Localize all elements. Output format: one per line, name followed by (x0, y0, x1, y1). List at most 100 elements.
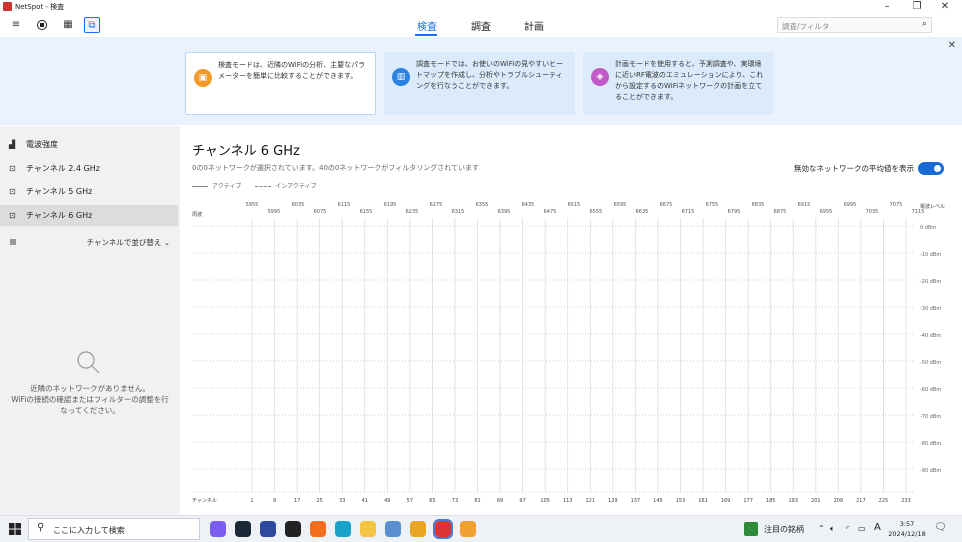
channel-tick-label: 233 (901, 498, 911, 504)
freq-tick-label-top: 6995 (844, 202, 857, 208)
sidebar-item-channel-5[interactable]: ⊡ チャンネル 5 GHz (0, 181, 178, 202)
sidebar-item-signal[interactable]: ▟ 電波強度 (0, 134, 178, 155)
taskbar: ⚲ ここに入力して検索 注目の銘柄 ⌃ 🔈︎ ◜ ▭ A 3:57 2024/1… (0, 515, 962, 542)
channel-icon: ⊡ (9, 164, 16, 173)
channel-tick-label: 113 (563, 498, 573, 504)
stock-news-icon[interactable] (744, 522, 758, 536)
tray-news-label[interactable]: 注目の銘柄 (764, 524, 804, 535)
channel-tick-label: 161 (698, 498, 708, 504)
table-view-icon[interactable]: ▦ (60, 17, 76, 33)
search-icon[interactable]: ⌕ (922, 19, 927, 29)
freq-tick-label-top: 6755 (706, 202, 719, 208)
sort-label: チャンネルで並び替え ⌄ (86, 238, 170, 247)
freq-tick-label-top: 6675 (660, 202, 673, 208)
close-window-button[interactable]: ✕ (930, 0, 960, 14)
empty-search-icon (77, 351, 100, 374)
channel-tick-label: 89 (497, 498, 503, 504)
freq-tick-label-top: 6035 (292, 202, 305, 208)
app-orange-icon[interactable] (460, 521, 476, 537)
average-toggle[interactable] (918, 162, 944, 175)
empty-message-line-1: 近隣のネットワークがありません。 (30, 384, 150, 393)
freq-tick-label-bottom: 7115 (912, 209, 925, 215)
sidebar-item-label: チャンネル 5 GHz (26, 187, 93, 196)
active-legend-line (192, 186, 208, 187)
app-dark-icon[interactable] (285, 521, 301, 537)
search-placeholder: 調査/フィルタ (782, 22, 830, 31)
tab-plan[interactable]: 計画 (524, 18, 544, 33)
clock-time: 3:57 (899, 520, 915, 528)
copilot-icon[interactable] (210, 521, 226, 537)
tab-survey[interactable]: 調査 (471, 18, 491, 33)
channel-icon: ⊡ (9, 211, 16, 220)
notification-icon[interactable]: 🗨︎ (934, 522, 947, 533)
close-banner-icon[interactable]: ✕ (948, 40, 956, 51)
chart-view-icon[interactable]: ⧉ (84, 17, 100, 33)
select-all-checkbox[interactable] (10, 239, 16, 245)
freq-tick-label-bottom: 5995 (268, 209, 281, 215)
channel-tick-label: 193 (788, 498, 798, 504)
tool-icon[interactable] (385, 521, 401, 537)
ime-indicator[interactable]: A (874, 522, 881, 533)
menu-icon[interactable]: ≡ (8, 17, 24, 33)
channel-tick-label: 25 (316, 498, 322, 504)
level-tick-label: -60 dBm (920, 387, 941, 393)
wifi-icon[interactable]: ◜ (846, 524, 849, 533)
channel-tick-label: 217 (856, 498, 866, 504)
tab-inspect[interactable]: 検査 (417, 18, 437, 33)
volume-icon[interactable]: 🔈︎ (830, 524, 835, 534)
channel-tick-label: 33 (339, 498, 345, 504)
battery-icon[interactable]: ▭ (858, 524, 866, 533)
inspect-card[interactable]: ▣ 検査モードは、近隣のWiFiの分析、主要なパラメーターを簡単に比較することが… (185, 52, 376, 115)
freq-tick-label-bottom: 6075 (314, 209, 327, 215)
windows-start-icon[interactable] (9, 523, 21, 535)
steam-icon[interactable] (235, 521, 251, 537)
edge-icon[interactable] (335, 521, 351, 537)
sidebar-item-channel-24[interactable]: ⊡ チャンネル 2.4 GHz (0, 158, 178, 179)
channel-tick-label: 49 (384, 498, 390, 504)
channel-tick-label: 121 (586, 498, 596, 504)
tray-chevron-icon[interactable]: ⌃ (818, 524, 825, 533)
stop-button[interactable] (34, 17, 50, 33)
channel-tick-label: 97 (519, 498, 525, 504)
freq-tick-label-bottom: 6475 (544, 209, 557, 215)
netspot-icon[interactable] (433, 519, 453, 539)
taskbar-search[interactable]: ⚲ ここに入力して検索 (28, 518, 200, 540)
level-tick-label: -70 dBm (920, 414, 941, 420)
store-icon[interactable] (260, 521, 276, 537)
plan-card[interactable]: ◈ 計画モードを使用すると、予測調査や、実環境に近いRF電波のエミュレーションに… (583, 52, 774, 115)
channel-tick-label: 41 (362, 498, 368, 504)
level-tick-label: -40 dBm (920, 333, 941, 339)
sidebar-item-channel-6[interactable]: ⊡ チャンネル 6 GHz (0, 205, 178, 226)
explorer-icon[interactable] (360, 521, 376, 537)
search-input[interactable]: 調査/フィルタ ⌕ (777, 17, 932, 33)
survey-card[interactable]: ▥ 調査モードでは、お使いのWiFiの見やすいヒートマップを作成し、分析やトラブ… (384, 52, 575, 115)
level-tick-label: -20 dBm (920, 279, 941, 285)
freq-tick-label-top: 6915 (798, 202, 811, 208)
freq-tick-label-bottom: 6315 (452, 209, 465, 215)
freq-tick-label-top: 6115 (338, 202, 351, 208)
restore-button[interactable]: ❐ (902, 0, 932, 14)
level-tick-label: 0 dBm (920, 225, 936, 231)
level-tick-label: -80 dBm (920, 441, 941, 447)
channel-icon: ⊡ (9, 187, 16, 196)
average-toggle-label: 無効なネットワークの平均値を表示 (794, 164, 914, 173)
active-legend-label: アクティブ (212, 183, 242, 190)
window-title: NetSpot - 検査 (15, 3, 65, 11)
freq-tick-label-bottom: 6235 (406, 209, 419, 215)
firefox-icon[interactable] (310, 521, 326, 537)
channel-tick-label: 225 (879, 498, 889, 504)
inspect-card-text: 検査モードは、近隣のWiFiの分析、主要なパラメーターを簡単に比較することができ… (218, 61, 366, 80)
channel-tick-label: 201 (811, 498, 821, 504)
sort-dropdown[interactable]: チャンネルで並び替え ⌄ (0, 233, 178, 251)
level-tick-label: -90 dBm (920, 468, 941, 474)
channel-tick-label: 137 (631, 498, 641, 504)
chrome-icon[interactable] (410, 521, 426, 537)
clock-date: 2024/12/18 (888, 530, 926, 538)
sidebar-item-label: チャンネル 2.4 GHz (26, 164, 100, 173)
channel-tick-label: 17 (294, 498, 300, 504)
network-count-text: 0の0ネットワークが選択されています。40の0ネットワークがフィルタリングされて… (192, 164, 480, 172)
clock[interactable]: 3:57 2024/12/18 (888, 519, 926, 539)
minimize-button[interactable]: – (872, 0, 902, 14)
chart-legend: アクティブ インアクティブ (192, 181, 317, 190)
freq-tick-label-top: 7075 (890, 202, 903, 208)
